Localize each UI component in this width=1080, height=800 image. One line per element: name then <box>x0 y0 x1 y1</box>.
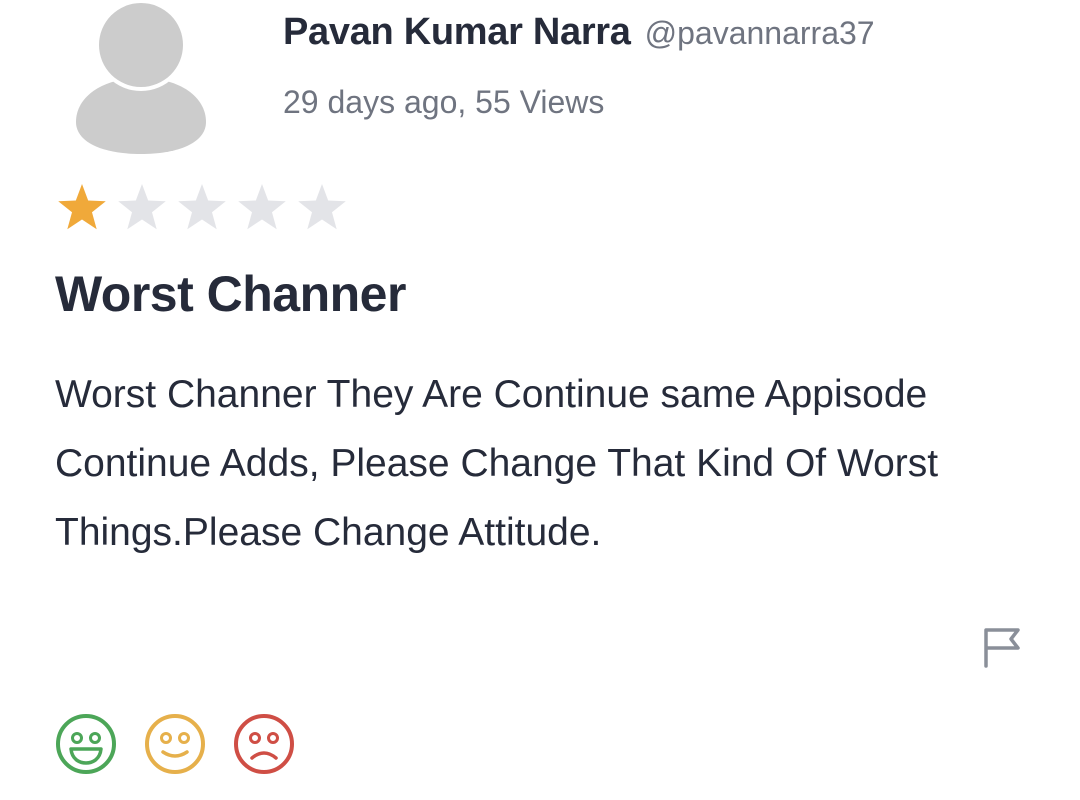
flag-icon <box>984 628 1020 668</box>
review-body: Worst Channer They Are Continue same App… <box>55 373 939 554</box>
review-card: Pavan Kumar Narra @pavannarra37 29 days a… <box>0 0 1080 800</box>
author-line: Pavan Kumar Narra @pavannarra37 <box>283 8 875 64</box>
happy-face-icon <box>56 714 116 774</box>
reaction-neutral-button[interactable] <box>143 712 207 776</box>
star-rating <box>55 180 349 234</box>
neutral-face-icon <box>145 714 205 774</box>
star-filled-icon <box>58 184 106 230</box>
review-title: Worst Channer <box>55 266 406 322</box>
reaction-negative-button[interactable] <box>232 712 296 776</box>
reaction-positive-button[interactable] <box>54 712 118 776</box>
star-empty-icon <box>298 184 346 230</box>
star-empty-icon <box>238 184 286 230</box>
star-empty-icon <box>118 184 166 230</box>
author-handle[interactable]: @pavannarra37 <box>645 15 875 51</box>
reaction-bar <box>54 712 296 776</box>
user-avatar-icon <box>72 2 210 154</box>
star-empty-icon <box>178 184 226 230</box>
review-meta: 29 days ago, 55 Views <box>283 84 605 120</box>
author-name[interactable]: Pavan Kumar Narra <box>283 11 631 53</box>
report-flag-button[interactable] <box>978 622 1026 670</box>
sad-face-icon <box>234 714 294 774</box>
